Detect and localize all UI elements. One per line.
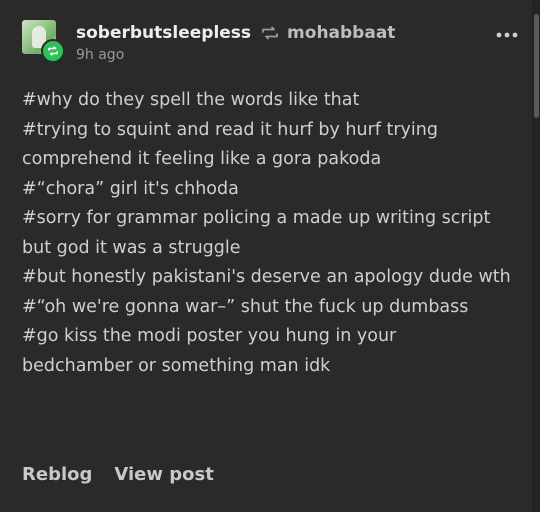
- reblog-arrows-icon: [261, 25, 279, 41]
- tag-link[interactable]: #trying to squint and read it hurf by hu…: [22, 116, 512, 175]
- post-header: soberbutsleepless mohabbaat 9h ago: [76, 20, 395, 68]
- username-link[interactable]: soberbutsleepless: [76, 23, 251, 43]
- post-tags: #why do they spell the words like that #…: [22, 86, 512, 381]
- post-actions: Reblog View post: [22, 458, 236, 490]
- view-post-button[interactable]: View post: [114, 464, 213, 485]
- reblog-badge-glyph: [48, 46, 58, 56]
- name-row: soberbutsleepless mohabbaat: [76, 20, 395, 46]
- reblog-badge-icon: [41, 39, 65, 63]
- more-options-icon[interactable]: [494, 26, 520, 44]
- post-card: soberbutsleepless mohabbaat 9h ago #why …: [0, 0, 532, 512]
- tag-link[interactable]: #why do they spell the words like that: [22, 86, 512, 116]
- tag-link[interactable]: #go kiss the modi poster you hung in you…: [22, 322, 512, 381]
- scrollbar-thumb[interactable]: [534, 14, 539, 118]
- tag-link[interactable]: #sorry for grammar policing a made up wr…: [22, 204, 512, 263]
- reblogged-from-link[interactable]: mohabbaat: [287, 23, 395, 43]
- tag-link[interactable]: #“chora” girl it's chhoda: [22, 175, 512, 205]
- scrollbar[interactable]: [532, 0, 540, 512]
- tag-link[interactable]: #“oh we're gonna war–” shut the fuck up …: [22, 293, 512, 323]
- post-timestamp[interactable]: 9h ago: [76, 47, 395, 63]
- reblog-button[interactable]: Reblog: [22, 464, 92, 485]
- tag-link[interactable]: #but honestly pakistani's deserve an apo…: [22, 263, 512, 293]
